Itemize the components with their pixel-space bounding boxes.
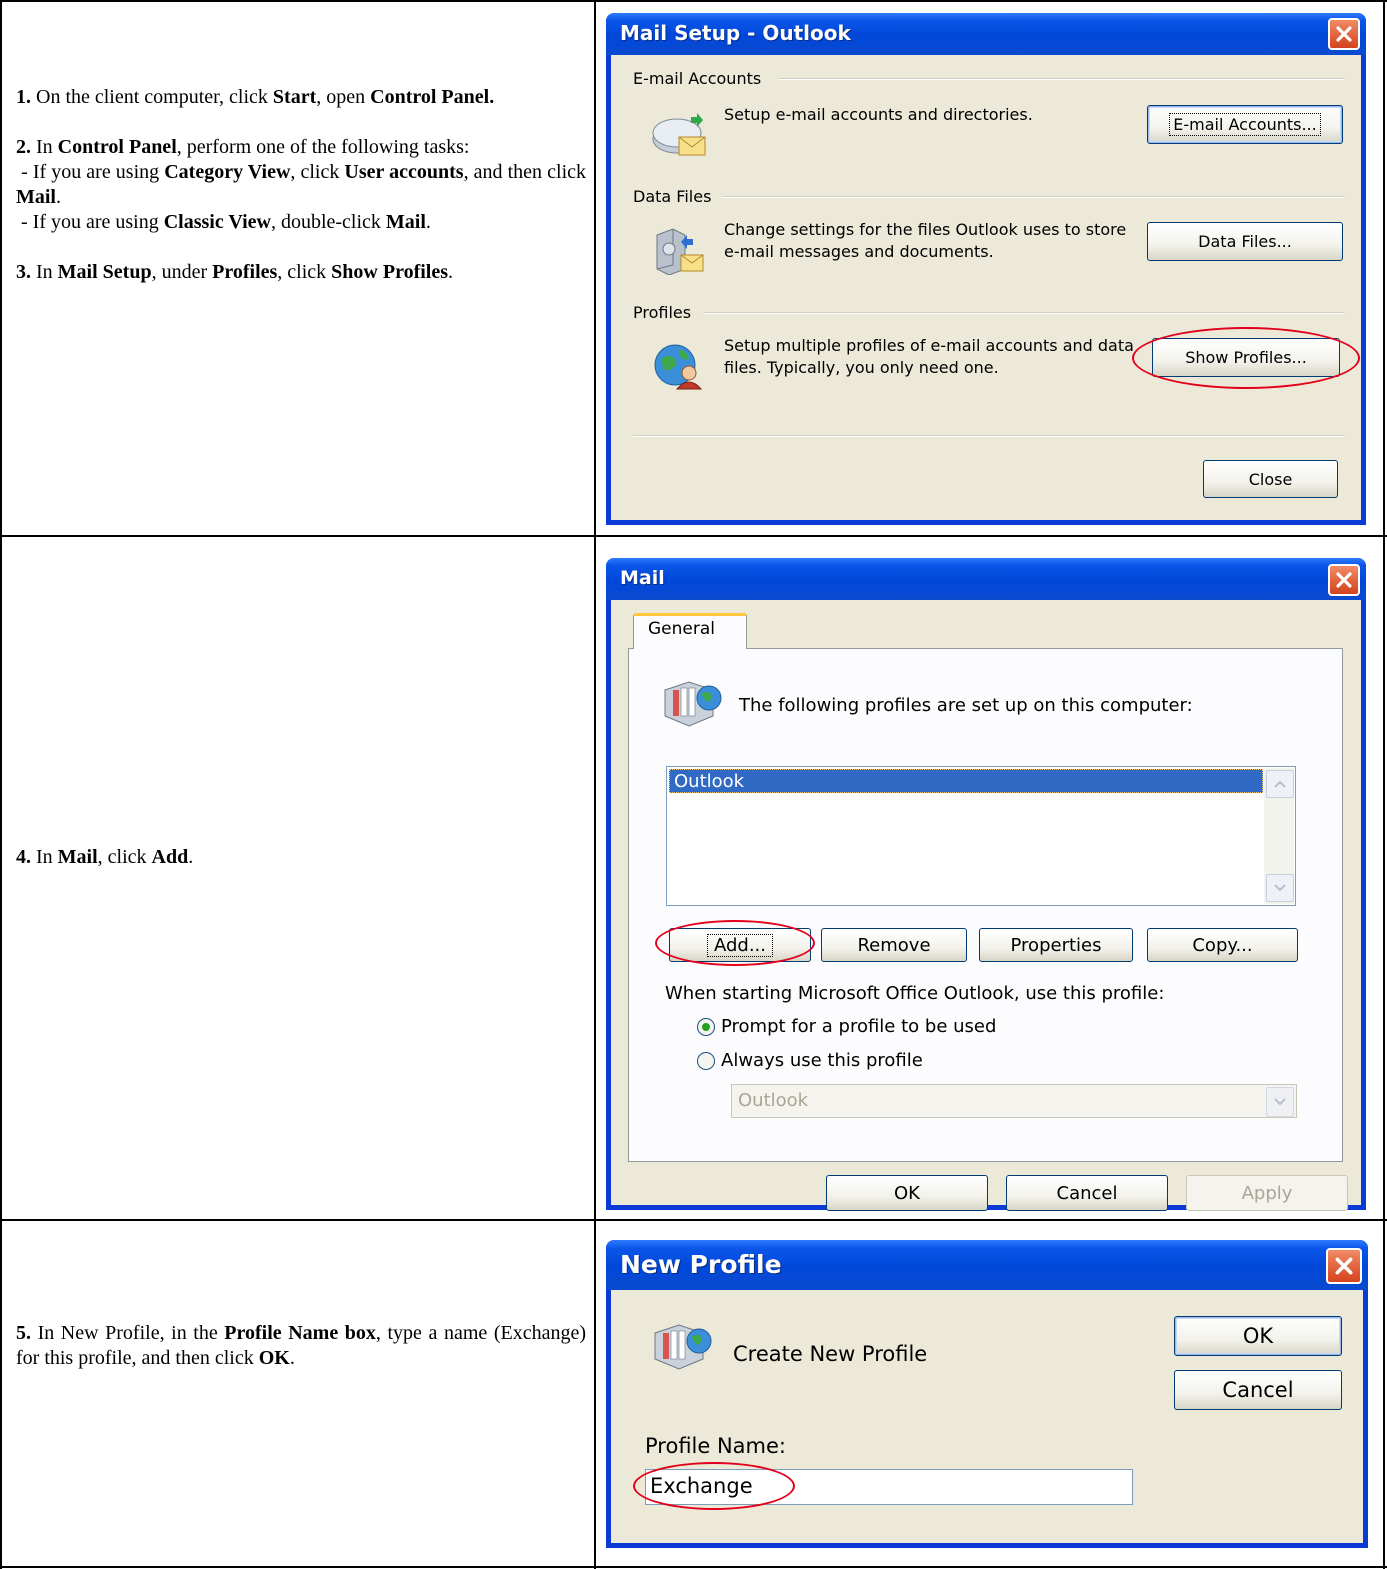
step-3: 3. In Mail Setup, under Profiles, click … — [16, 261, 454, 283]
step-4: 4. In Mail, click Add. — [16, 846, 194, 868]
instructions-steps-1-3: 1. On the client computer, click Start, … — [16, 85, 586, 285]
profile-name-value: Exchange — [650, 1474, 753, 1498]
dropdown-button[interactable] — [1266, 1087, 1294, 1117]
close-button-label: Close — [1248, 469, 1293, 489]
dialog-title: Mail Setup - Outlook — [620, 21, 851, 45]
scroll-down-button[interactable] — [1266, 874, 1294, 902]
profiles-description: Setup multiple profiles of e-mail accoun… — [724, 336, 1134, 377]
mail-dialog: Mail General The following profiles are … — [606, 558, 1366, 1211]
radio-always-profile[interactable]: Always use this profile — [697, 1050, 923, 1071]
step-1: 1. On the client computer, click Start, … — [16, 86, 495, 108]
profiles-computer-icon — [659, 676, 723, 735]
table-border-bottom — [0, 1566, 1387, 1568]
table-border-left — [0, 0, 2, 1569]
list-item[interactable]: Outlook — [669, 769, 1263, 793]
add-button[interactable]: Add... — [669, 928, 811, 962]
ok-button-label: OK — [894, 1182, 920, 1204]
cancel-button-label: Cancel — [1222, 1378, 1294, 1402]
title-bar: Mail Setup - Outlook — [606, 13, 1366, 55]
chevron-down-icon — [1274, 1098, 1286, 1106]
email-accounts-button-label: E-mail Accounts... — [1169, 113, 1321, 136]
close-icon[interactable] — [1328, 18, 1360, 50]
apply-button-label: Apply — [1241, 1182, 1293, 1204]
radio-selected-icon — [697, 1017, 715, 1036]
dialog-body: E-mail Accounts Setup e-mail accounts an… — [611, 55, 1361, 520]
profile-name-input[interactable]: Exchange — [645, 1469, 1133, 1505]
table-row-divider-2 — [0, 1219, 1387, 1221]
step-2: 2. In Control Panel, perform one of the … — [16, 136, 587, 233]
add-button-label: Add... — [706, 933, 774, 957]
profile-select-value: Outlook — [738, 1090, 809, 1111]
profile-select[interactable]: Outlook — [731, 1084, 1297, 1118]
table-row-divider-1 — [0, 535, 1387, 537]
cancel-button[interactable]: Cancel — [1174, 1370, 1342, 1410]
footer-divider — [633, 435, 1345, 437]
group-label-data-files: Data Files — [633, 187, 712, 206]
radio-unselected-icon — [697, 1051, 715, 1070]
step-5: 5. In New Profile, in the Profile Name b… — [16, 1322, 586, 1369]
tab-general[interactable]: General — [633, 613, 747, 649]
properties-button[interactable]: Properties — [979, 928, 1133, 962]
mail-setup-dialog: Mail Setup - Outlook E-mail Accounts Set… — [606, 13, 1366, 525]
data-files-button[interactable]: Data Files... — [1147, 222, 1343, 261]
ok-button-label: OK — [1242, 1324, 1274, 1348]
create-profile-icon — [649, 1318, 713, 1379]
data-files-button-label: Data Files... — [1198, 232, 1292, 251]
close-icon[interactable] — [1328, 564, 1360, 596]
data-files-description: Change settings for the files Outlook us… — [724, 220, 1127, 261]
cancel-button-label: Cancel — [1056, 1182, 1118, 1204]
startup-caption: When starting Microsoft Office Outlook, … — [665, 983, 1165, 1004]
dialog-title: Mail — [620, 567, 665, 589]
radio-prompt-profile[interactable]: Prompt for a profile to be used — [697, 1016, 996, 1037]
scrollbar[interactable] — [1264, 768, 1294, 904]
new-profile-dialog: New Profile Create New Profile OK Cancel… — [606, 1240, 1368, 1548]
properties-button-label: Properties — [1010, 934, 1102, 956]
instructions-step-4: 4. In Mail, click Add. — [16, 845, 586, 870]
data-files-icon — [651, 225, 707, 279]
table-column-divider — [594, 0, 596, 1569]
create-profile-caption: Create New Profile — [733, 1342, 928, 1366]
email-accounts-button[interactable]: E-mail Accounts... — [1147, 105, 1343, 144]
table-border-top — [0, 0, 1387, 2]
group-label-email-accounts: E-mail Accounts — [633, 69, 762, 88]
dialog-body: General The following profiles are set u… — [611, 600, 1361, 1211]
title-bar: New Profile — [606, 1240, 1368, 1290]
title-bar: Mail — [606, 558, 1366, 600]
close-icon[interactable] — [1326, 1248, 1362, 1284]
list-item-label: Outlook — [674, 771, 745, 792]
show-profiles-button[interactable]: Show Profiles... — [1152, 338, 1340, 377]
close-button[interactable]: Close — [1203, 460, 1338, 498]
profiles-globe-icon — [651, 341, 707, 395]
ok-button[interactable]: OK — [826, 1175, 988, 1211]
group-divider — [703, 312, 1345, 314]
tab-general-label: General — [648, 619, 715, 639]
profiles-caption: The following profiles are set up on thi… — [739, 695, 1193, 716]
copy-button-label: Copy... — [1192, 934, 1253, 956]
copy-button[interactable]: Copy... — [1147, 928, 1298, 962]
scroll-up-button[interactable] — [1266, 770, 1294, 798]
table-border-right — [1383, 0, 1385, 1569]
ok-button[interactable]: OK — [1174, 1316, 1342, 1356]
group-divider — [723, 196, 1345, 198]
dialog-body: Create New Profile OK Cancel Profile Nam… — [611, 1290, 1363, 1543]
show-profiles-button-label: Show Profiles... — [1185, 348, 1307, 367]
cancel-button[interactable]: Cancel — [1006, 1175, 1168, 1211]
group-divider — [778, 78, 1345, 80]
tab-panel: The following profiles are set up on thi… — [628, 648, 1343, 1162]
chevron-up-icon — [1274, 780, 1286, 788]
instructions-step-5: 5. In New Profile, in the Profile Name b… — [16, 1321, 586, 1371]
dialog-title: New Profile — [620, 1250, 782, 1279]
group-label-profiles: Profiles — [633, 303, 692, 322]
apply-button[interactable]: Apply — [1186, 1175, 1348, 1211]
profiles-listbox[interactable]: Outlook — [666, 766, 1296, 906]
remove-button-label: Remove — [857, 934, 931, 956]
email-accounts-icon — [651, 111, 707, 161]
profile-name-label: Profile Name: — [645, 1434, 787, 1458]
remove-button[interactable]: Remove — [821, 928, 967, 962]
email-accounts-description: Setup e-mail accounts and directories. — [724, 105, 1033, 124]
chevron-down-icon — [1274, 884, 1286, 892]
radio-always-label: Always use this profile — [721, 1050, 923, 1071]
radio-prompt-label: Prompt for a profile to be used — [721, 1016, 997, 1037]
